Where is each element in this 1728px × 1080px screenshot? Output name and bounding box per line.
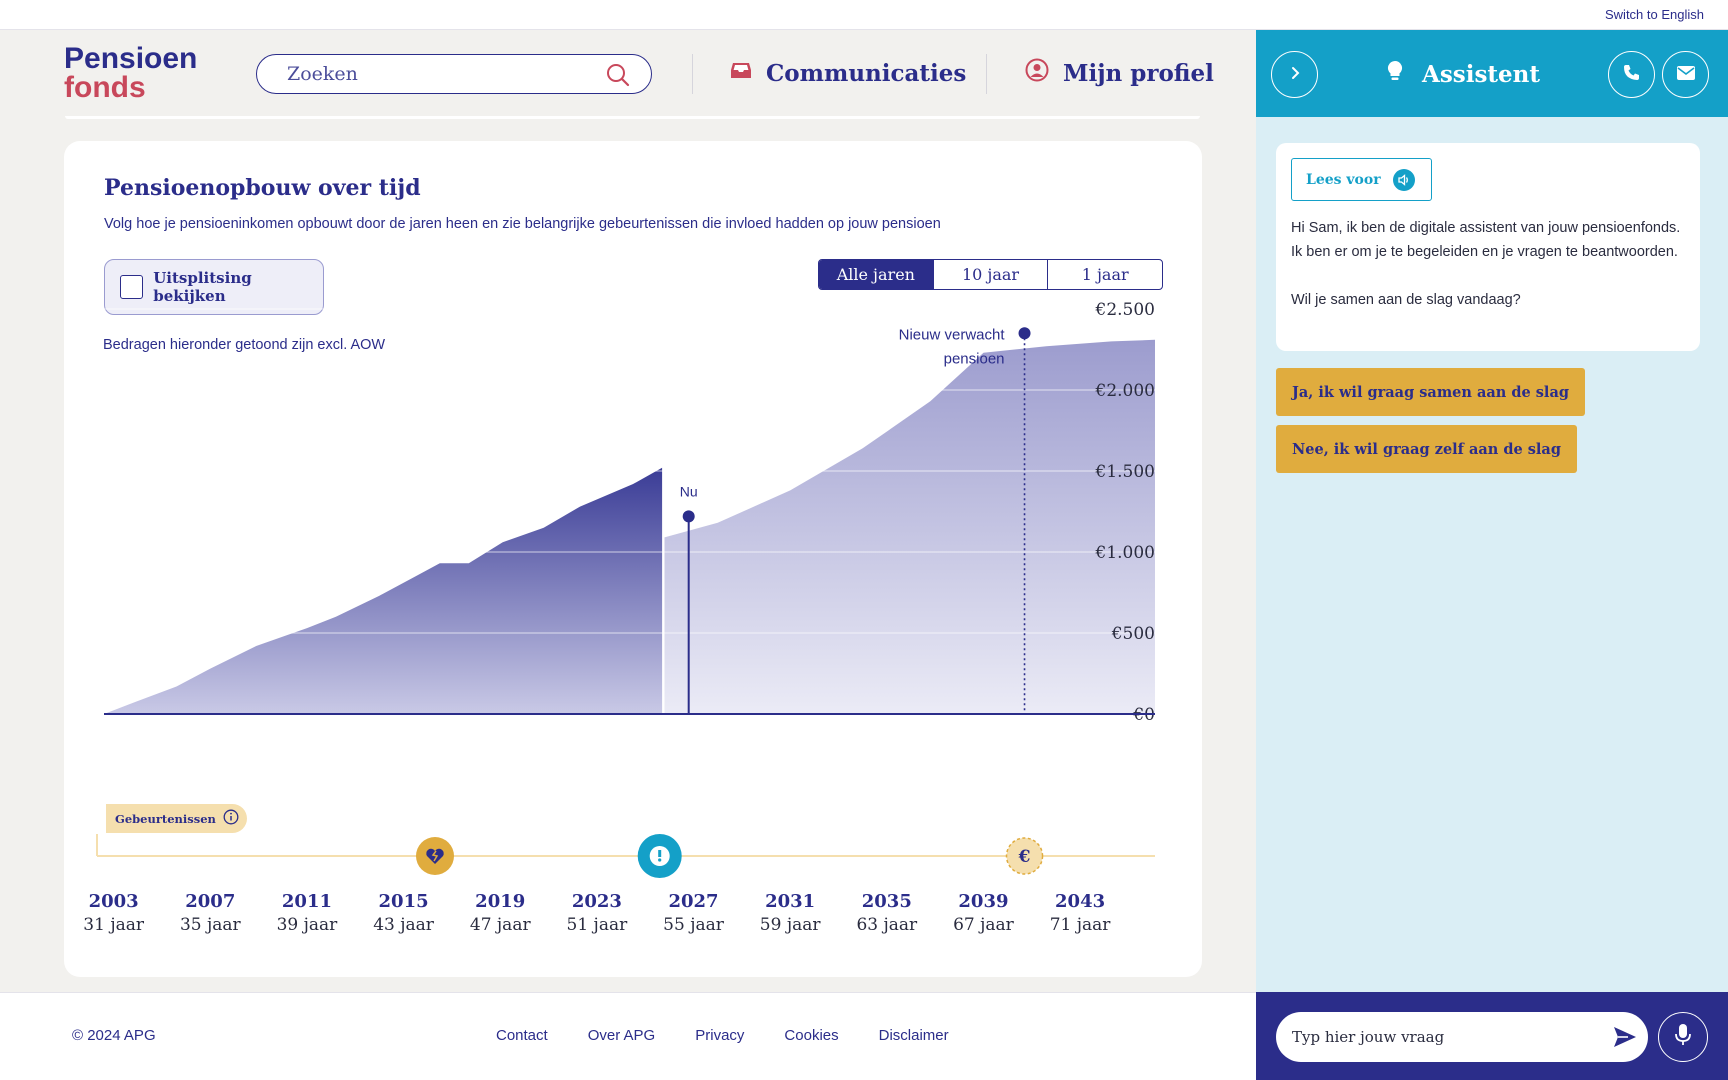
assistant-panel: Lees voor Hi Sam, ik ben de digitale ass… — [1256, 117, 1728, 992]
area-expected — [664, 339, 1155, 714]
y-tick-label: €1.000 — [1095, 543, 1155, 563]
header-divider — [692, 54, 693, 94]
x-tick-age: 39 jaar — [277, 915, 339, 935]
x-tick-year: 2011 — [282, 891, 332, 912]
x-tick-age: 67 jaar — [953, 915, 1015, 935]
footer-link-contact[interactable]: Contact — [496, 1027, 548, 1044]
assistant-title: Assistent — [1386, 52, 1540, 96]
site-footer: © 2024 APG Contact Over APG Privacy Cook… — [0, 992, 1256, 1080]
mail-icon — [1676, 65, 1696, 85]
x-tick-year: 2027 — [668, 891, 718, 912]
pension-accrual-card: Pensioenopbouw over tijd Volg hoe je pen… — [64, 141, 1202, 977]
events-label-text: Gebeurtenissen — [115, 811, 216, 826]
assistant-message-question: Wil je samen aan de slag vandaag? — [1291, 292, 1521, 308]
now-marker[interactable] — [682, 510, 695, 523]
lightbulb-icon — [1386, 60, 1404, 88]
euro-icon[interactable]: € — [1005, 837, 1044, 875]
now-label: Nu — [680, 483, 698, 499]
assistant-header: Assistent — [1256, 30, 1728, 117]
user-icon — [1025, 58, 1049, 88]
logo[interactable]: Pensioen fonds — [64, 42, 198, 104]
x-tick-age: 51 jaar — [567, 915, 629, 935]
y-tick-label: €2.500 — [1095, 300, 1155, 320]
call-button[interactable] — [1608, 51, 1655, 98]
search-box — [256, 54, 652, 94]
x-tick-age: 55 jaar — [663, 915, 725, 935]
logo-line-2: fonds — [64, 71, 146, 104]
x-tick-age: 31 jaar — [83, 915, 145, 935]
exclamation-icon[interactable] — [637, 834, 682, 878]
broken-heart-icon[interactable] — [416, 837, 455, 875]
footer-link-about[interactable]: Over APG — [588, 1027, 656, 1044]
chevron-right-icon — [1288, 65, 1302, 84]
x-tick-year: 2015 — [379, 891, 429, 912]
expected-pension-marker[interactable] — [1018, 327, 1031, 340]
reply-yes-button[interactable]: Ja, ik wil graag samen aan de slag — [1276, 368, 1585, 416]
microphone-icon — [1674, 1023, 1692, 1051]
read-aloud-button[interactable]: Lees voor — [1291, 158, 1432, 201]
search-icon[interactable] — [605, 62, 631, 88]
assistant-title-text: Assistent — [1422, 60, 1541, 88]
x-tick-age: 35 jaar — [180, 915, 242, 935]
site-header: Pensioen fonds Communicaties Mijn profie… — [0, 30, 1256, 117]
header-divider — [986, 54, 987, 94]
reply-no-button[interactable]: Nee, ik wil graag zelf aan de slag — [1276, 425, 1577, 473]
x-tick-year: 2023 — [572, 891, 622, 912]
x-tick-age: 47 jaar — [470, 915, 532, 935]
inbox-icon — [730, 59, 752, 87]
top-utility-bar: Switch to English — [0, 0, 1728, 30]
logo-line-1: Pensioen — [64, 42, 198, 75]
header-underline — [65, 116, 1200, 119]
area-actual — [104, 467, 663, 714]
send-icon[interactable] — [1610, 1022, 1640, 1052]
search-input[interactable] — [287, 63, 587, 85]
y-tick-label: €1.500 — [1095, 462, 1155, 482]
x-tick-year: 2043 — [1055, 891, 1105, 912]
x-tick-age: 43 jaar — [373, 915, 435, 935]
pension-chart: €0€500€1.000€1.500€2.000€2.500 NuNieuw v… — [83, 300, 1155, 935]
copyright: © 2024 APG — [72, 1027, 156, 1044]
read-aloud-label: Lees voor — [1306, 171, 1381, 188]
footer-link-disclaimer[interactable]: Disclaimer — [879, 1027, 949, 1044]
footer-links: Contact Over APG Privacy Cookies Disclai… — [496, 1027, 949, 1044]
info-icon[interactable] — [223, 809, 239, 828]
y-tick-label: €500 — [1111, 624, 1155, 644]
chat-input-bar — [1256, 992, 1728, 1080]
svg-text:€: € — [1018, 847, 1031, 867]
x-tick-year: 2039 — [958, 891, 1008, 912]
microphone-button[interactable] — [1658, 1012, 1708, 1062]
collapse-assistant-button[interactable] — [1271, 51, 1318, 98]
assistant-message-card: Lees voor Hi Sam, ik ben de digitale ass… — [1276, 143, 1700, 351]
nav-profile[interactable]: Mijn profiel — [1025, 52, 1214, 94]
x-tick-age: 71 jaar — [1050, 915, 1112, 935]
nav-communications-label: Communicaties — [766, 59, 967, 87]
switch-language-link[interactable]: Switch to English — [1605, 7, 1704, 22]
phone-icon — [1622, 63, 1642, 87]
nav-communications[interactable]: Communicaties — [730, 52, 966, 94]
speaker-icon — [1392, 168, 1415, 191]
x-tick-age: 59 jaar — [760, 915, 822, 935]
footer-link-privacy[interactable]: Privacy — [695, 1027, 744, 1044]
expected-pension-label: Nieuw verwacht pensioen — [899, 326, 1006, 367]
x-tick-age: 63 jaar — [856, 915, 918, 935]
email-button[interactable] — [1662, 51, 1709, 98]
x-tick-year: 2019 — [475, 891, 525, 912]
y-tick-label: €2.000 — [1095, 381, 1155, 401]
events-label-badge[interactable]: Gebeurtenissen — [106, 804, 247, 833]
assistant-message: Hi Sam, ik ben de digitale assistent van… — [1291, 216, 1691, 312]
x-tick-year: 2035 — [862, 891, 912, 912]
assistant-message-intro: Hi Sam, ik ben de digitale assistent van… — [1291, 220, 1681, 260]
nav-profile-label: Mijn profiel — [1063, 59, 1214, 87]
chat-input-wrapper — [1276, 1012, 1648, 1062]
chat-input[interactable] — [1292, 1026, 1592, 1048]
x-tick-year: 2031 — [765, 891, 815, 912]
x-tick-year: 2007 — [185, 891, 235, 912]
x-tick-year: 2003 — [89, 891, 139, 912]
footer-link-cookies[interactable]: Cookies — [784, 1027, 838, 1044]
